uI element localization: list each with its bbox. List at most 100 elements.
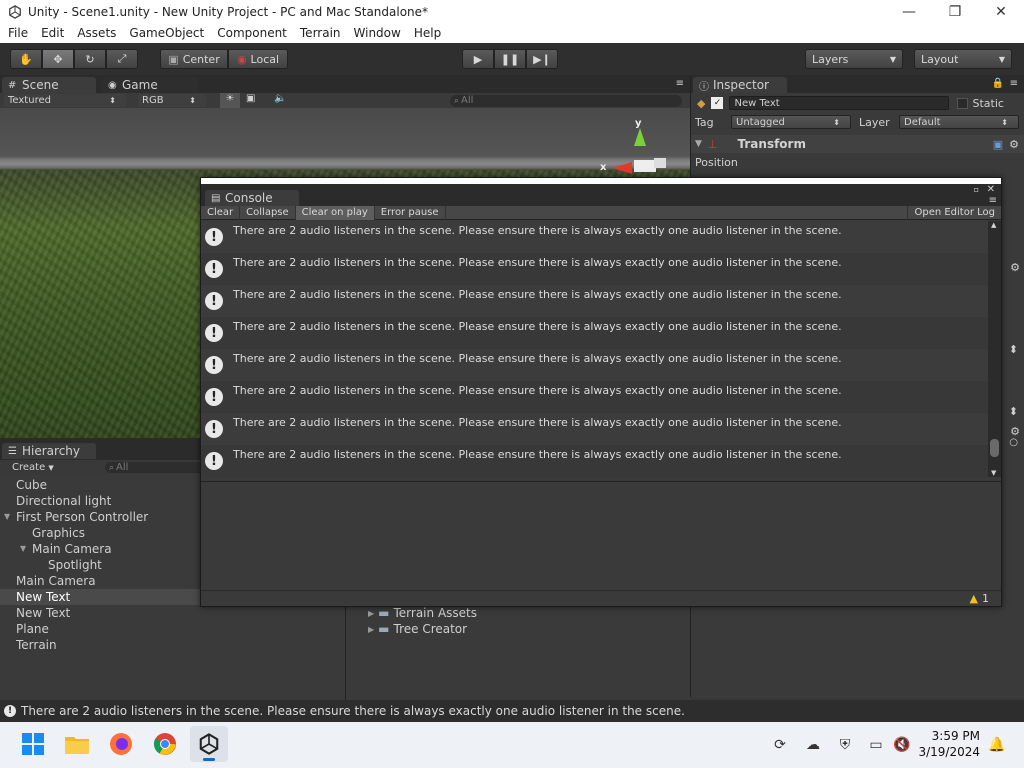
menu-terrain[interactable]: Terrain xyxy=(292,26,346,40)
network-icon[interactable]: ▭ xyxy=(867,736,885,754)
transform-header[interactable]: ▼ ⊥ Transform ▣ ⚙ xyxy=(691,135,1024,153)
console-log-entry[interactable]: ! There are 2 audio listeners in the scen… xyxy=(201,253,989,285)
lighting-toggle-icon[interactable]: ☀ xyxy=(220,93,240,108)
menu-gameobject[interactable]: GameObject xyxy=(121,26,209,40)
console-log-entry[interactable]: ! There are 2 audio listeners in the scen… xyxy=(201,381,989,413)
expand-arrow-icon[interactable]: ▼ xyxy=(4,509,10,525)
hierarchy-item[interactable]: Plane xyxy=(0,621,345,637)
panel-menu-icon[interactable]: ≡ xyxy=(989,195,997,206)
scene-search-field[interactable]: ⌕ All xyxy=(450,94,682,107)
tag-layer-row: Tag Untagged ⬍ Layer Default ⬍ xyxy=(691,115,1024,129)
sync-icon[interactable]: ⟳ xyxy=(771,736,789,754)
panel-menu-icon[interactable]: ≡ xyxy=(676,78,684,89)
log-message: There are 2 audio listeners in the scene… xyxy=(233,320,842,333)
console-scrollbar[interactable]: ▲ ▼ xyxy=(988,221,1001,477)
menu-window[interactable]: Window xyxy=(346,26,406,40)
updown-arrow-icon[interactable]: ⬍ xyxy=(1009,405,1018,418)
pivot-icon: ▣ xyxy=(168,52,179,66)
color-mode-dropdown[interactable]: RGB ⬍ xyxy=(138,94,206,107)
hand-tool-button[interactable]: ✋ xyxy=(10,49,42,69)
cloud-icon[interactable]: ☁ xyxy=(804,736,822,754)
step-button[interactable]: ▶❙ xyxy=(526,49,558,69)
menu-help[interactable]: Help xyxy=(406,26,446,40)
active-checkbox[interactable]: ✓ xyxy=(711,97,724,109)
shield-icon[interactable]: ⛨ xyxy=(836,736,854,754)
menu-assets[interactable]: Assets xyxy=(69,26,121,40)
console-log-entry[interactable]: ! There are 2 audio listeners in the scen… xyxy=(201,221,989,253)
close-button[interactable]: ✕ xyxy=(978,0,1024,23)
console-log-entry[interactable]: ! There are 2 audio listeners in the scen… xyxy=(201,317,989,349)
console-log-entry[interactable]: ! There are 2 audio listeners in the scen… xyxy=(201,413,989,445)
console-log-entry[interactable]: ! There are 2 audio listeners in the scen… xyxy=(201,285,989,317)
settings-gear-icon[interactable]: ⚙ xyxy=(1009,138,1019,151)
play-button[interactable]: ▶ xyxy=(462,49,494,69)
window-title: Unity - Scene1.unity - New Unity Project… xyxy=(28,4,429,19)
folder-terrain-assets[interactable]: ▶ ▬ Terrain Assets xyxy=(368,606,477,620)
tab-inspector[interactable]: ⓘ Inspector xyxy=(693,77,787,93)
folder-tree-creator[interactable]: ▶ ▬ Tree Creator xyxy=(368,622,467,636)
object-header: ◆ ✓ New Text Static xyxy=(691,96,1024,110)
layers-dropdown[interactable]: Layers ▼ xyxy=(805,49,903,69)
clear-on-play-toggle[interactable]: Clear on play xyxy=(295,205,375,220)
rotate-tool-button[interactable]: ↻ xyxy=(74,49,106,69)
maximize-button[interactable]: ❐ xyxy=(932,0,978,23)
console-window: ▤ Console ▫ ✕ ≡ Clear Collapse Clear on … xyxy=(200,177,1002,607)
hierarchy-item[interactable]: Terrain xyxy=(0,637,345,653)
open-editor-log-button[interactable]: Open Editor Log xyxy=(907,205,1001,220)
create-dropdown[interactable]: Create ▼ xyxy=(12,462,54,473)
layer-dropdown[interactable]: Default ⬍ xyxy=(899,115,1019,129)
pivot-center-button[interactable]: ▣ Center xyxy=(160,49,228,69)
pivot-local-button[interactable]: ◉ Local xyxy=(228,49,288,69)
pause-button[interactable]: ❚❚ xyxy=(494,49,526,69)
system-clock[interactable]: 3:59 PM 3/19/2024 xyxy=(918,728,980,760)
hierarchy-item[interactable]: New Text xyxy=(0,605,345,621)
help-icon[interactable]: ▣ xyxy=(993,138,1003,151)
layout-dropdown[interactable]: Layout ▼ xyxy=(914,49,1012,69)
panel-menu-icon[interactable]: ≡ xyxy=(1010,78,1018,89)
static-checkbox[interactable] xyxy=(957,97,969,109)
menu-component[interactable]: Component xyxy=(209,26,292,40)
menu-file[interactable]: File xyxy=(0,26,33,40)
status-bar[interactable]: ! There are 2 audio listeners in the sce… xyxy=(0,700,1024,722)
warning-count[interactable]: 1 xyxy=(982,592,989,605)
tab-scene[interactable]: # Scene xyxy=(2,77,96,93)
move-tool-button[interactable]: ✥ xyxy=(42,49,74,69)
tab-game[interactable]: ◉ Game xyxy=(102,77,198,93)
tab-inspector-label: Inspector xyxy=(713,78,769,92)
tab-hierarchy[interactable]: ☰ Hierarchy xyxy=(2,443,96,459)
pause-icon: ❚❚ xyxy=(500,52,520,66)
expand-arrow-icon[interactable]: ▼ xyxy=(20,541,26,557)
close-icon[interactable]: ✕ xyxy=(987,184,995,195)
volume-muted-icon[interactable]: 🔇 xyxy=(893,736,911,754)
audio-toggle-icon[interactable]: 🔈 xyxy=(274,93,286,104)
minimize-button[interactable]: — xyxy=(886,0,932,23)
hierarchy-item-label: Directional light xyxy=(16,494,112,508)
chrome-button[interactable] xyxy=(152,731,178,757)
error-pause-toggle[interactable]: Error pause xyxy=(375,205,446,220)
object-name-field[interactable]: New Text xyxy=(729,96,950,110)
console-log-entry[interactable]: ! There are 2 audio listeners in the scen… xyxy=(201,349,989,381)
tab-console[interactable]: ▤ Console xyxy=(205,190,299,206)
clear-button[interactable]: Clear xyxy=(201,205,241,220)
firefox-button[interactable] xyxy=(108,731,134,757)
settings-gear-icon[interactable]: ⚙ xyxy=(1010,261,1020,274)
updown-arrow-icon[interactable]: ⬍ xyxy=(1009,343,1018,356)
scroll-down-icon: ▼ xyxy=(991,469,997,477)
scene-gizmo[interactable]: y x xyxy=(598,116,678,176)
scrollbar-thumb[interactable] xyxy=(990,439,999,457)
transform-tools: ✋ ✥ ↻ ⤢ xyxy=(10,49,138,69)
image-toggle-icon[interactable]: ▣ xyxy=(246,93,255,104)
console-log-entry[interactable]: ! There are 2 audio listeners in the scen… xyxy=(201,445,989,477)
collapse-button[interactable]: Collapse xyxy=(240,205,296,220)
notification-bell-icon[interactable]: 🔔 xyxy=(988,736,1006,754)
scale-tool-button[interactable]: ⤢ xyxy=(106,49,138,69)
unity-taskbar-button[interactable] xyxy=(190,726,228,762)
maximize-icon[interactable]: ▫ xyxy=(974,185,979,194)
file-explorer-button[interactable] xyxy=(64,731,90,757)
folder-icon: ▬ xyxy=(378,622,390,636)
render-mode-dropdown[interactable]: Textured ⬍ xyxy=(4,94,126,107)
tag-dropdown[interactable]: Untagged ⬍ xyxy=(731,115,851,129)
menu-edit[interactable]: Edit xyxy=(33,26,69,40)
start-button[interactable] xyxy=(20,731,46,757)
lock-icon[interactable]: 🔒 xyxy=(992,78,1004,89)
